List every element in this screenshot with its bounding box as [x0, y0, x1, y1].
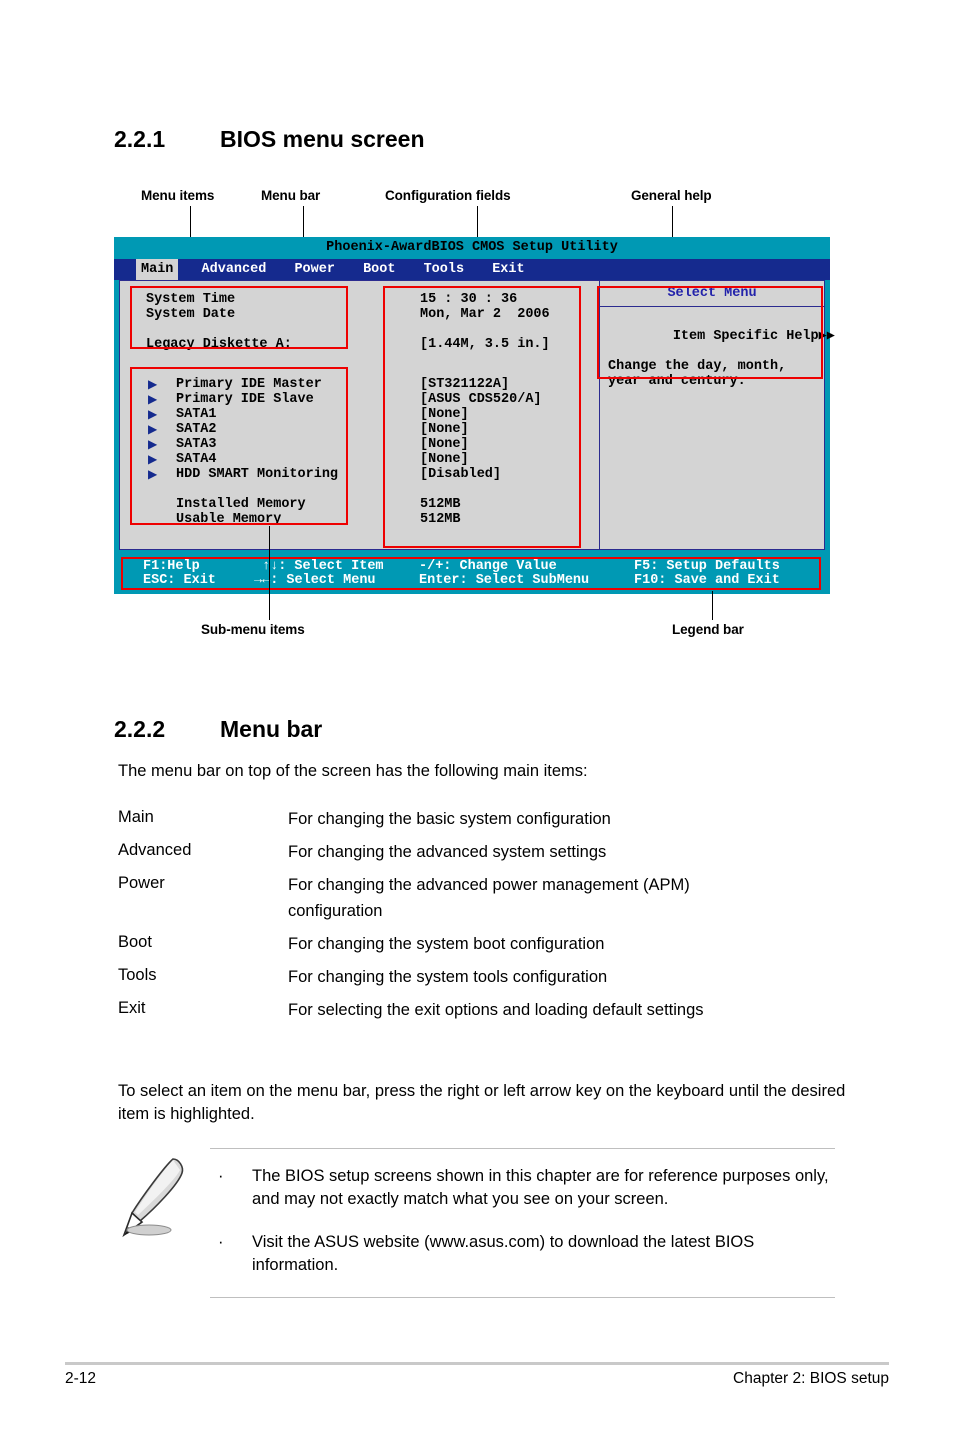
menu-bar-outro-paragraph: To select an item on the menu bar, press…: [118, 1082, 846, 1123]
note-bullet-icon: ·: [218, 1167, 224, 1185]
note-pencil-icon: [122, 1158, 184, 1238]
submenu-arrow-icon: ▶: [148, 422, 158, 436]
menu-entry-term-exit: Exit: [118, 999, 146, 1017]
bios-label-legacy-diskette-a[interactable]: Legacy Diskette A:: [146, 337, 292, 352]
help-heading-label: Item Specific Help: [672, 329, 819, 344]
note-bottom-rule: [210, 1297, 835, 1298]
menu-entry-desc-main: For changing the basic system configurat…: [288, 810, 611, 828]
callout-menu-bar: Menu bar: [261, 188, 321, 203]
bios-value-sata2[interactable]: [None]: [420, 422, 469, 437]
legend-select-submenu: Enter: Select SubMenu: [419, 573, 590, 588]
bios-help-panel-title: Select Menu: [600, 281, 824, 307]
submenu-arrow-icon: ▶: [148, 392, 158, 406]
bios-value-usable-memory: 512MB: [420, 512, 461, 527]
bios-label-sata1[interactable]: SATA1: [176, 407, 217, 422]
bios-menu-item-exit[interactable]: Exit: [487, 259, 529, 280]
bios-label-primary-ide-slave[interactable]: Primary IDE Slave: [176, 392, 314, 407]
section-2-2-2-title: Menu bar: [220, 716, 323, 742]
help-body-text: Change the day, month, year and century.: [608, 359, 787, 389]
section-2-2-2-number: 2.2.2: [114, 716, 166, 742]
bios-value-primary-ide-slave[interactable]: [ASUS CDS520/A]: [420, 392, 542, 407]
menu-entry-term-tools: Tools: [118, 966, 157, 984]
double-right-arrow-icon: ▶▶: [818, 329, 835, 344]
submenu-arrow-icon: ▶: [148, 467, 158, 481]
bios-label-usable-memory: Usable Memory: [176, 512, 282, 527]
footer-page-number: 2-12: [65, 1370, 97, 1387]
bios-label-system-date[interactable]: System Date: [146, 307, 235, 322]
note-item-text: Visit the ASUS website (www.asus.com) to…: [252, 1233, 755, 1274]
bios-label-system-time[interactable]: System Time: [146, 292, 235, 307]
callout-configuration-fields: Configuration fields: [385, 188, 511, 203]
bios-value-hdd-smart-monitoring[interactable]: [Disabled]: [420, 467, 501, 482]
bios-value-primary-ide-master[interactable]: [ST321122A]: [420, 377, 509, 392]
bios-title-bar: Phoenix-AwardBIOS CMOS Setup Utility: [114, 237, 830, 259]
footer-divider: [65, 1362, 889, 1365]
bios-label-hdd-smart-monitoring[interactable]: HDD SMART Monitoring: [176, 467, 338, 482]
legend-select-menu: →←: Select Menu: [254, 573, 376, 588]
legend-save-and-exit: F10: Save and Exit: [634, 573, 780, 588]
bios-label-sata2[interactable]: SATA2: [176, 422, 217, 437]
note-item-text: The BIOS setup screens shown in this cha…: [252, 1167, 829, 1208]
menu-entry-desc-power: For changing the advanced power manageme…: [288, 876, 690, 920]
bios-value-installed-memory: 512MB: [420, 497, 461, 512]
bios-help-panel-content: Item Specific Help▶▶ Change the day, mont…: [608, 314, 835, 404]
bios-value-sata4[interactable]: [None]: [420, 452, 469, 467]
bios-menu-item-boot[interactable]: Boot: [358, 259, 400, 280]
menu-entry-desc-advanced: For changing the advanced system setting…: [288, 843, 607, 861]
bios-label-sata4[interactable]: SATA4: [176, 452, 217, 467]
menu-entry-desc-exit: For selecting the exit options and loadi…: [288, 1001, 704, 1019]
callout-general-help: General help: [631, 188, 712, 203]
submenu-arrow-icon: ▶: [148, 407, 158, 421]
bios-menu-item-tools[interactable]: Tools: [419, 259, 470, 280]
leader-line-legend-bar: [712, 591, 713, 620]
bios-value-sata1[interactable]: [None]: [420, 407, 469, 422]
menu-entry-term-advanced: Advanced: [118, 841, 192, 859]
section-2-2-1-title: BIOS menu screen: [220, 126, 425, 152]
note-bullet-icon: ·: [218, 1233, 224, 1251]
callout-legend-bar: Legend bar: [672, 622, 744, 637]
menu-entry-desc-tools: For changing the system tools configurat…: [288, 968, 608, 986]
bios-legend-bar: F1:Help ↑↓: Select Item -/+: Change Valu…: [119, 554, 825, 589]
legend-esc-exit: ESC: Exit: [143, 573, 216, 588]
callout-menu-items: Menu items: [141, 188, 215, 203]
bios-label-sata3[interactable]: SATA3: [176, 437, 217, 452]
menu-entry-term-boot: Boot: [118, 933, 152, 951]
submenu-arrow-icon: ▶: [148, 452, 158, 466]
bios-help-panel: Select Menu Item Specific Help▶▶ Change t…: [599, 281, 835, 549]
bios-menu-item-main[interactable]: Main: [136, 259, 179, 280]
bios-value-system-time[interactable]: 15 : 30 : 36: [420, 292, 517, 307]
bios-value-system-date[interactable]: Mon, Mar 2 2006: [420, 307, 550, 322]
bios-menu-item-advanced[interactable]: Advanced: [197, 259, 272, 280]
note-list-item: · Visit the ASUS website (www.asus.com) …: [210, 1231, 835, 1277]
bios-body-area: System Time System Date Legacy Diskette …: [119, 280, 835, 550]
menu-entry-term-main: Main: [118, 808, 154, 826]
submenu-arrow-icon: ▶: [148, 437, 158, 451]
leader-line-sub-menu-items: [269, 526, 270, 620]
submenu-arrow-icon: ▶: [148, 377, 158, 391]
section-2-2-1-number: 2.2.1: [114, 126, 166, 152]
bios-value-legacy-diskette-a[interactable]: [1.44M, 3.5 in.]: [420, 337, 550, 352]
callout-sub-menu-items: Sub-menu items: [201, 622, 305, 637]
bios-menu-bar: Main Advanced Power Boot Tools Exit: [114, 259, 830, 280]
bios-setup-screen: Phoenix-AwardBIOS CMOS Setup Utility Mai…: [114, 237, 835, 594]
bios-label-installed-memory: Installed Memory: [176, 497, 306, 512]
bios-menu-item-power[interactable]: Power: [289, 259, 340, 280]
bios-value-sata3[interactable]: [None]: [420, 437, 469, 452]
note-callout-box: · The BIOS setup screens shown in this c…: [210, 1148, 835, 1298]
menu-entry-term-power: Power: [118, 874, 165, 892]
menu-entry-desc-boot: For changing the system boot configurati…: [288, 935, 605, 953]
footer-chapter-label: Chapter 2: BIOS setup: [733, 1370, 889, 1387]
menu-bar-intro-paragraph: The menu bar on top of the screen has th…: [118, 762, 588, 780]
note-list-item: · The BIOS setup screens shown in this c…: [210, 1165, 835, 1211]
bios-label-primary-ide-master[interactable]: Primary IDE Master: [176, 377, 322, 392]
